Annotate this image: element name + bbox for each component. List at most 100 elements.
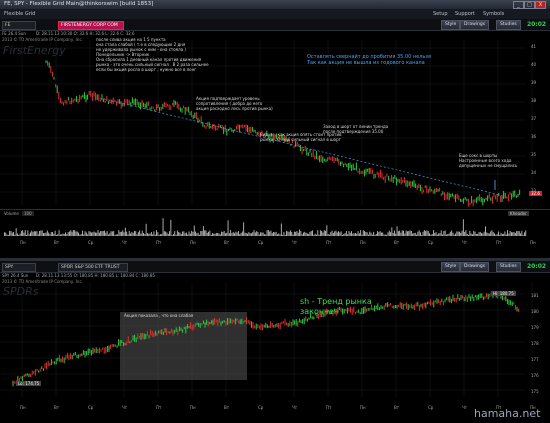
volume-bar xyxy=(141,230,143,236)
chart2-style-button[interactable]: Style xyxy=(441,262,461,272)
chart2-company-field[interactable]: SPDR S&P 500 ETF TRUST xyxy=(58,263,128,272)
chart1-style-button[interactable]: Style xyxy=(441,20,461,30)
volume-bar xyxy=(33,231,35,236)
volume-bar xyxy=(373,231,375,236)
volume-bar xyxy=(271,233,273,236)
volume-bar xyxy=(89,231,91,236)
chart1-date-label: Пт xyxy=(496,240,502,245)
minimize-button[interactable]: _ xyxy=(513,1,524,9)
volume-bar xyxy=(143,233,144,236)
volume-bar xyxy=(413,232,415,236)
volume-bar xyxy=(369,231,371,236)
volume-bar xyxy=(30,232,31,236)
volume-bar xyxy=(232,231,234,236)
chart2-plot[interactable] xyxy=(0,272,550,400)
volume-bar xyxy=(319,230,321,236)
volume-bar xyxy=(93,231,95,236)
close-button[interactable]: X xyxy=(535,1,546,9)
volume-bar xyxy=(69,231,70,236)
setup-menu[interactable]: Setup xyxy=(433,11,448,17)
volume-bar xyxy=(336,232,338,236)
chart1-note-4: Заход в шорт от линии тренда после подтв… xyxy=(323,124,389,134)
chart1-symbol-input[interactable]: FE xyxy=(2,21,36,30)
volume-bar xyxy=(182,231,183,236)
volume-bar xyxy=(453,234,455,236)
volume-bar xyxy=(257,232,259,236)
chart1-date-label: Пт xyxy=(326,240,332,245)
volume-bar xyxy=(470,233,472,236)
volume-bar xyxy=(37,234,39,236)
volume-bar xyxy=(321,231,323,236)
volume-bar xyxy=(180,234,182,236)
volume-bar xyxy=(113,231,115,236)
volume-bar xyxy=(461,230,463,236)
chart1-drawings-button[interactable]: Drawings xyxy=(460,20,490,30)
volume-bar xyxy=(401,230,403,236)
volume-bar xyxy=(118,230,120,236)
volume-bar xyxy=(160,234,161,236)
volume-bar xyxy=(28,234,30,236)
symbols-menu[interactable]: Symbols xyxy=(483,11,504,17)
volume-bar xyxy=(388,230,390,236)
volume-bar xyxy=(92,232,94,236)
chart1-plot[interactable] xyxy=(0,30,550,208)
volume-bar xyxy=(371,234,373,236)
chart2-studies-button[interactable]: Studies xyxy=(496,262,521,272)
volume-bar xyxy=(342,234,343,236)
volume-bar xyxy=(221,231,222,236)
volume-bar xyxy=(498,231,499,236)
volume-bar xyxy=(306,233,308,236)
volume-bar xyxy=(19,233,21,236)
volume-bar xyxy=(343,234,345,236)
volume-bar xyxy=(516,231,518,236)
volume-bar xyxy=(433,230,434,236)
volume-bar xyxy=(202,226,204,236)
volume-bar xyxy=(101,231,103,236)
volume-bar xyxy=(247,233,248,236)
volume-bar xyxy=(300,230,302,236)
volume-bar xyxy=(262,232,264,236)
chart2-drawings-button[interactable]: Drawings xyxy=(460,262,490,272)
volume-bar xyxy=(214,233,216,236)
volume-bar xyxy=(488,233,490,236)
chart1-company-field[interactable]: FIRSTENERGY CORP COM xyxy=(58,21,124,30)
volume-bar xyxy=(83,234,85,236)
volume-bar xyxy=(108,234,109,236)
volume-bar xyxy=(26,234,27,236)
volume-bar xyxy=(374,234,376,236)
volume-bar xyxy=(109,233,111,236)
volume-bar xyxy=(278,233,280,236)
volume-bar xyxy=(126,231,128,236)
volume-bar xyxy=(440,230,442,236)
chart1-studies-button[interactable]: Studies xyxy=(496,20,521,30)
volume-bar xyxy=(265,234,267,236)
support-menu[interactable]: Support xyxy=(455,11,475,17)
volume-bar xyxy=(477,233,479,236)
volume-bar xyxy=(147,233,148,236)
volume-bar xyxy=(352,233,354,236)
volume-bar xyxy=(327,234,329,236)
volume-bar xyxy=(137,232,139,236)
volume-bar xyxy=(156,230,157,236)
chart1-date-label: Пн xyxy=(20,240,26,245)
volume-bar xyxy=(87,234,89,236)
maximize-button[interactable]: □ xyxy=(524,1,535,9)
volume-bar xyxy=(309,231,311,236)
volume-bar xyxy=(466,234,468,236)
volume-bar xyxy=(447,234,449,236)
volume-bar xyxy=(326,225,328,236)
volume-bar xyxy=(522,234,524,236)
volume-bar xyxy=(460,232,462,236)
volume-bar xyxy=(469,230,471,236)
chart2-symbol-input[interactable]: SPY xyxy=(2,263,36,272)
volume-bar xyxy=(524,232,525,236)
volume-bar xyxy=(468,234,469,236)
grid-label[interactable]: Flexible Grid xyxy=(4,11,35,17)
volume-bar xyxy=(284,234,286,236)
volume-bar xyxy=(208,231,209,236)
volume-bar xyxy=(179,232,181,236)
chart1-axis-price: 34 xyxy=(531,170,537,175)
volume-bar xyxy=(50,232,52,236)
volume-bar xyxy=(399,230,401,236)
volume-bar xyxy=(204,230,206,236)
